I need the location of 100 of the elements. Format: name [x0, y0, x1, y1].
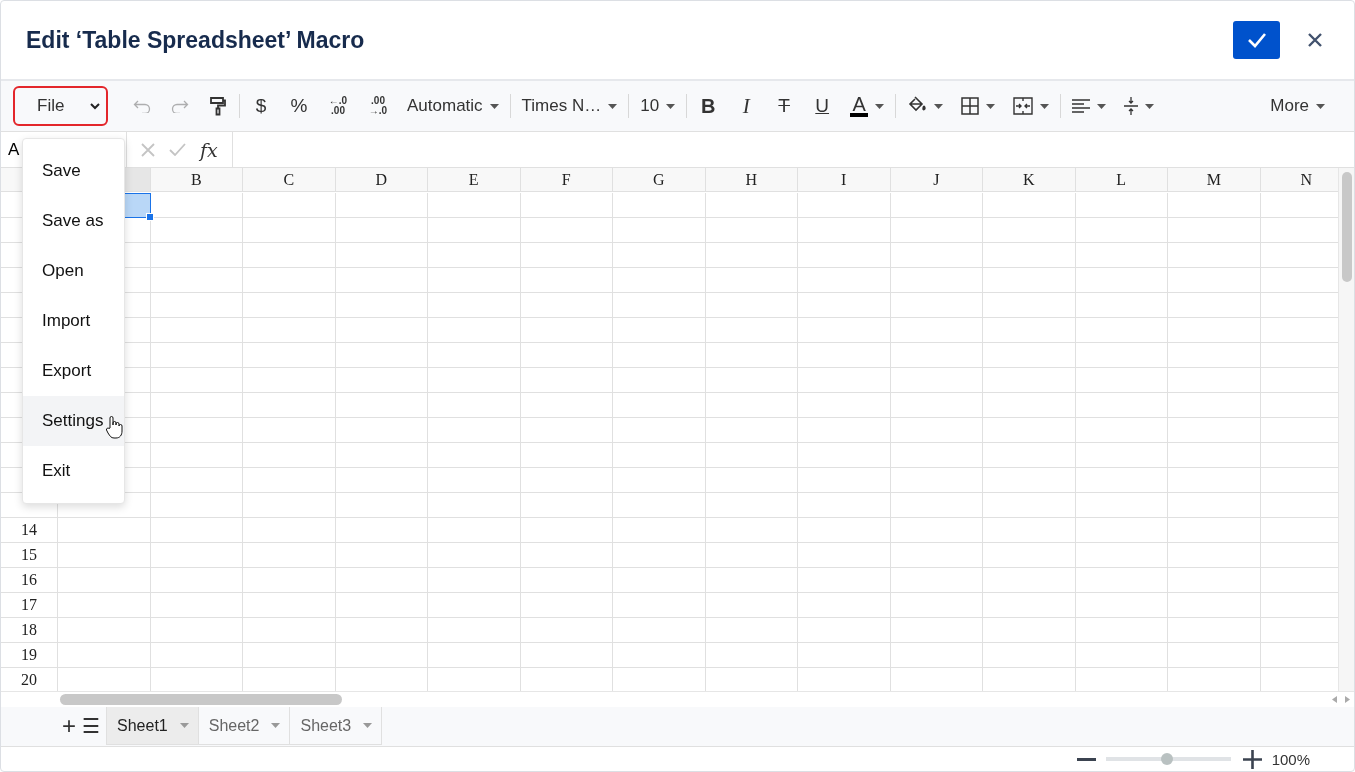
grid-cell[interactable]: [1168, 643, 1261, 668]
grid-cell[interactable]: [890, 293, 983, 318]
grid-cell[interactable]: [1168, 393, 1261, 418]
grid-cell[interactable]: [428, 268, 521, 293]
grid-cell[interactable]: [58, 568, 151, 593]
sheet-list-button[interactable]: ☰: [79, 707, 103, 745]
sheet-tab[interactable]: Sheet3: [290, 707, 383, 745]
grid-cell[interactable]: [1168, 243, 1261, 268]
grid-cell[interactable]: [150, 243, 243, 268]
row-header[interactable]: 18: [1, 618, 58, 643]
grid-cell[interactable]: [150, 268, 243, 293]
grid-cell[interactable]: [520, 193, 613, 218]
grid-cell[interactable]: [58, 518, 151, 543]
underline-button[interactable]: U: [803, 88, 842, 124]
grid-cell[interactable]: [613, 193, 706, 218]
grid-cell[interactable]: [890, 218, 983, 243]
grid-cell[interactable]: [150, 593, 243, 618]
grid-cell[interactable]: [1075, 468, 1168, 493]
grid-cell[interactable]: [1075, 393, 1168, 418]
menu-item[interactable]: Import: [23, 296, 124, 346]
grid-cell[interactable]: [428, 293, 521, 318]
grid-cell[interactable]: [243, 468, 336, 493]
grid-cell[interactable]: [798, 243, 891, 268]
column-header[interactable]: J: [890, 168, 983, 192]
grid-cell[interactable]: [1075, 618, 1168, 643]
grid-cell[interactable]: [705, 643, 798, 668]
grid-cell[interactable]: [1168, 468, 1261, 493]
grid-cell[interactable]: [520, 468, 613, 493]
left-arrow-icon[interactable]: [1332, 696, 1337, 703]
grid-cell[interactable]: [1168, 593, 1261, 618]
grid-cell[interactable]: [890, 193, 983, 218]
column-header[interactable]: N: [1260, 168, 1338, 192]
grid-cell[interactable]: [798, 593, 891, 618]
grid-cell[interactable]: [243, 218, 336, 243]
grid-cell[interactable]: [150, 393, 243, 418]
font-color-button[interactable]: A: [841, 88, 894, 124]
grid-cell[interactable]: [983, 568, 1076, 593]
grid-cell[interactable]: [428, 243, 521, 268]
grid-cell[interactable]: [705, 518, 798, 543]
grid-cell[interactable]: [428, 568, 521, 593]
grid-cell[interactable]: [1168, 543, 1261, 568]
grid-cell[interactable]: [335, 593, 428, 618]
decimal-button[interactable]: .00 →.0: [358, 88, 398, 124]
grid-cell[interactable]: [243, 418, 336, 443]
column-header[interactable]: H: [705, 168, 798, 192]
grid-cell[interactable]: [1168, 493, 1261, 518]
grid-cell[interactable]: [890, 268, 983, 293]
grid-cell[interactable]: [798, 293, 891, 318]
grid-cell[interactable]: [520, 568, 613, 593]
grid-cell[interactable]: [983, 493, 1076, 518]
grid-cell[interactable]: [428, 193, 521, 218]
grid-cell[interactable]: [150, 618, 243, 643]
grid-cell[interactable]: [983, 293, 1076, 318]
grid-cell[interactable]: [983, 318, 1076, 343]
grid-cell[interactable]: [243, 343, 336, 368]
grid-cell[interactable]: [613, 643, 706, 668]
grid-cell[interactable]: [890, 318, 983, 343]
grid-cell[interactable]: [150, 443, 243, 468]
grid-cell[interactable]: [335, 643, 428, 668]
grid-cell[interactable]: [335, 443, 428, 468]
grid-cell[interactable]: [890, 418, 983, 443]
grid-cell[interactable]: [613, 493, 706, 518]
grid-cell[interactable]: [1075, 543, 1168, 568]
grid-cell[interactable]: [890, 543, 983, 568]
grid-cell[interactable]: [243, 368, 336, 393]
grid-cell[interactable]: [798, 468, 891, 493]
grid-cell[interactable]: [705, 368, 798, 393]
grid-cell[interactable]: [428, 368, 521, 393]
grid-cell[interactable]: [520, 418, 613, 443]
grid-cell[interactable]: [428, 218, 521, 243]
grid-cell[interactable]: [705, 593, 798, 618]
grid-cell[interactable]: [520, 493, 613, 518]
grid-cell[interactable]: [705, 393, 798, 418]
column-header[interactable]: G: [613, 168, 706, 192]
grid-cell[interactable]: [428, 318, 521, 343]
grid-cell[interactable]: [243, 293, 336, 318]
grid-cell[interactable]: [428, 493, 521, 518]
grid-cell[interactable]: [798, 643, 891, 668]
format-button[interactable]: $: [242, 88, 280, 124]
grid-cell[interactable]: [520, 218, 613, 243]
grid-cell[interactable]: [1168, 268, 1261, 293]
grid-cell[interactable]: [1075, 193, 1168, 218]
grid-cell[interactable]: [613, 543, 706, 568]
grid-cell[interactable]: [705, 618, 798, 643]
column-header[interactable]: E: [428, 168, 521, 192]
grid-cell[interactable]: [890, 593, 983, 618]
grid-cell[interactable]: [520, 543, 613, 568]
grid-cell[interactable]: [613, 518, 706, 543]
decimal-button[interactable]: ←.0 .00: [318, 88, 358, 124]
grid-cell[interactable]: [428, 343, 521, 368]
grid-cell[interactable]: [150, 493, 243, 518]
grid-cell[interactable]: [243, 193, 336, 218]
grid-cell[interactable]: [335, 343, 428, 368]
grid-cell[interactable]: [1168, 418, 1261, 443]
grid-cell[interactable]: [983, 368, 1076, 393]
grid-cell[interactable]: [798, 443, 891, 468]
dropdown-button[interactable]: Times N…: [512, 88, 627, 124]
grid-cell[interactable]: [798, 418, 891, 443]
grid-cell[interactable]: [983, 443, 1076, 468]
grid-cell[interactable]: [798, 618, 891, 643]
